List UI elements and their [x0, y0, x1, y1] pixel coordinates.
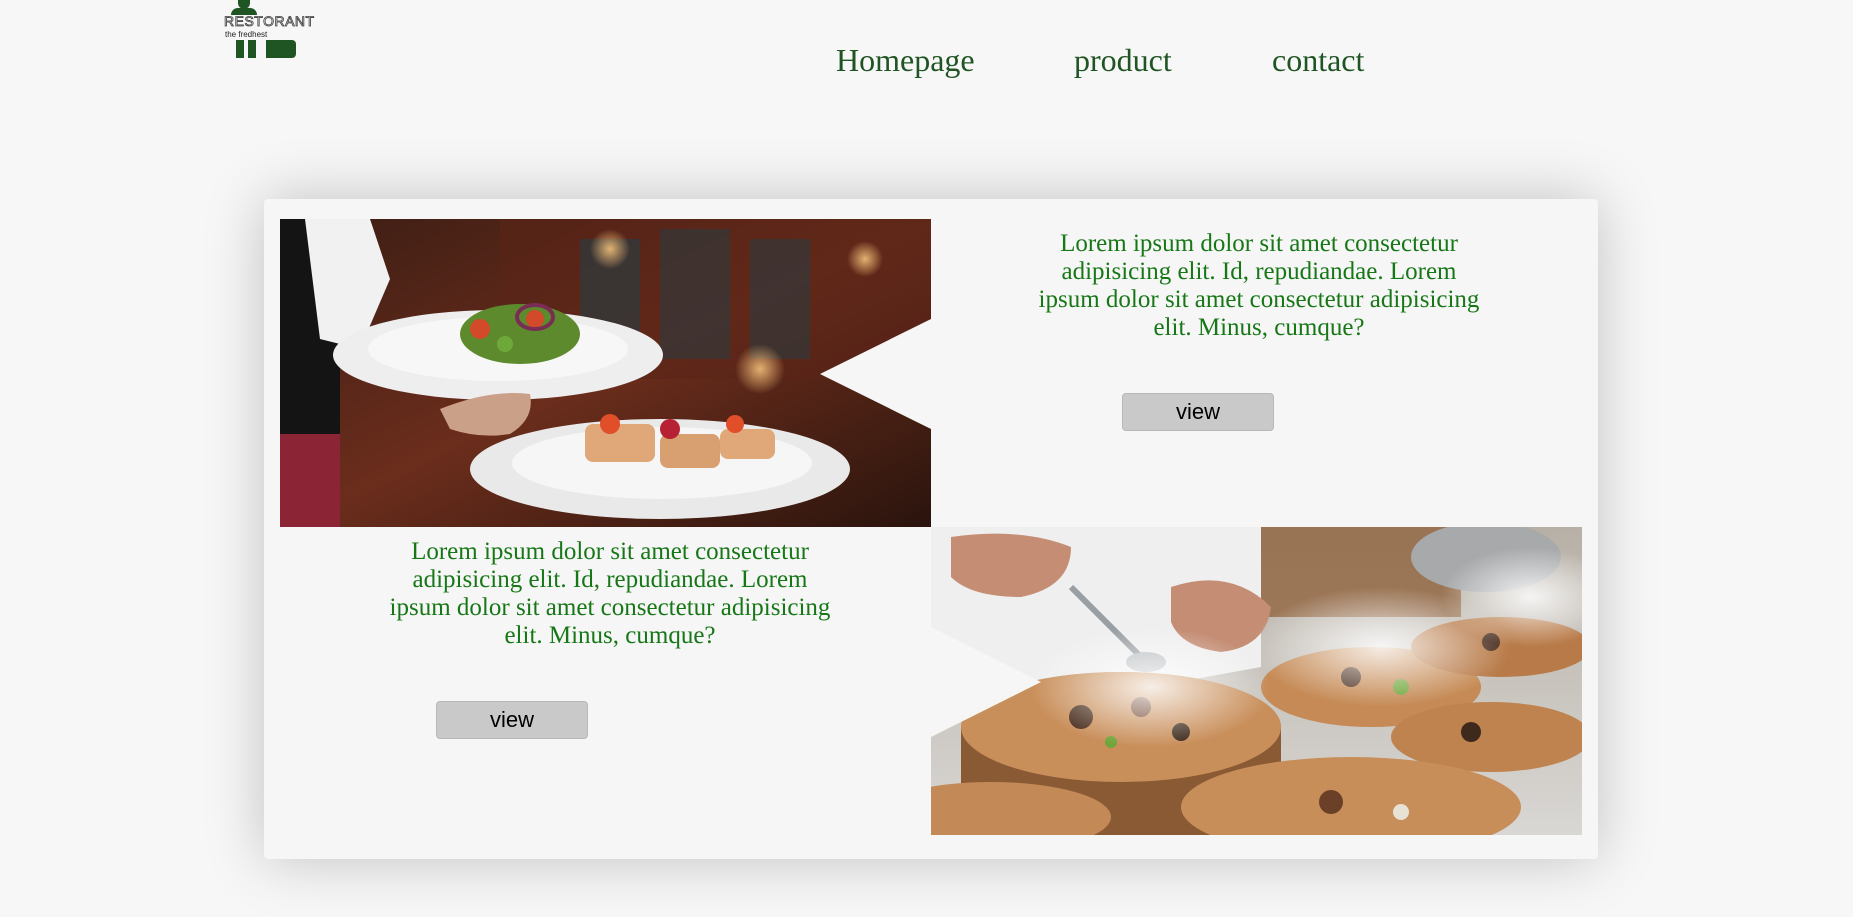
logo-wordmark: RESTORANT	[224, 13, 315, 30]
main-nav: Homepage product contact	[0, 38, 1853, 88]
nav-contact[interactable]: contact	[1272, 38, 1364, 82]
view-button-1[interactable]: view	[1122, 393, 1274, 431]
nav-product[interactable]: product	[1074, 38, 1172, 82]
feature-text-2: Lorem ipsum dolor sit amet consectetur a…	[389, 538, 831, 649]
nav-homepage[interactable]: Homepage	[836, 38, 975, 82]
view-button-2[interactable]: view	[436, 701, 588, 739]
feature-text-1: Lorem ipsum dolor sit amet consectetur a…	[1038, 230, 1480, 341]
chef-photo	[931, 527, 1582, 835]
feature-card: Lorem ipsum dolor sit amet consectetur a…	[264, 199, 1598, 859]
waiter-photo	[280, 219, 931, 527]
